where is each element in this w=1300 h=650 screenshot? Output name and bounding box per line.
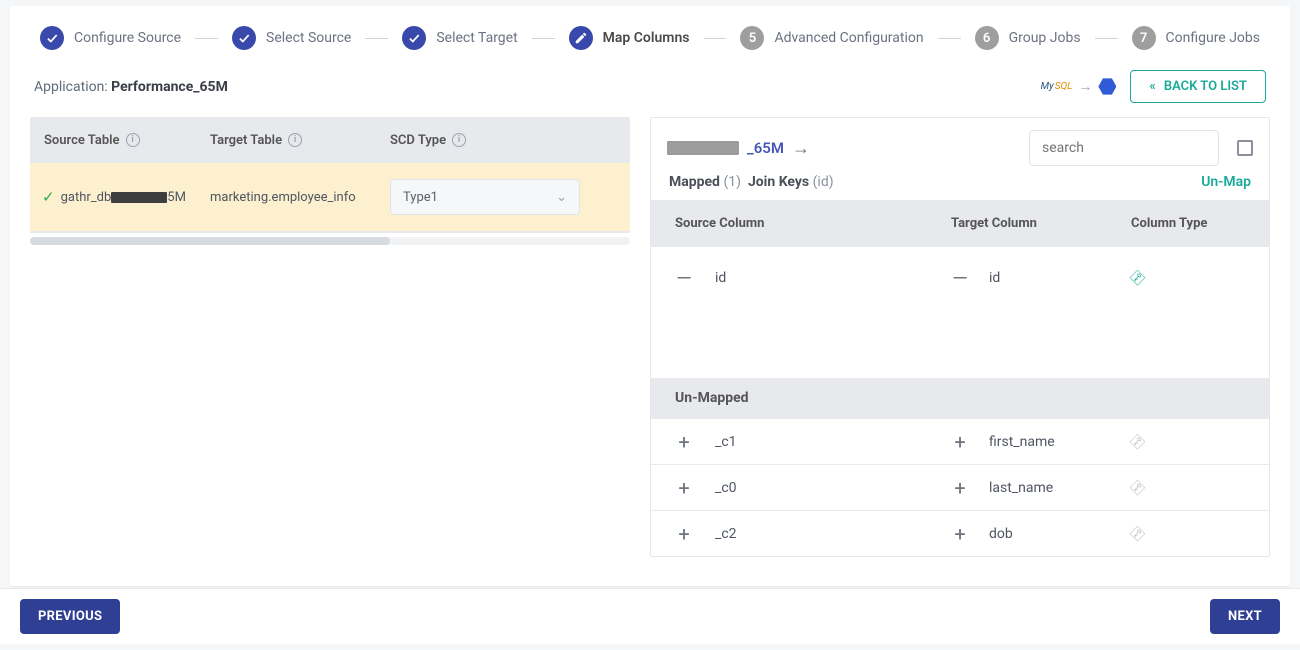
mapping-panel: _65M → Mapped (1) Join Keys (id) Un-Map …: [650, 117, 1270, 557]
source-suffix: 5M: [167, 190, 186, 205]
redacted-text: [667, 141, 739, 155]
next-button[interactable]: NEXT: [1210, 599, 1280, 634]
application-label-text: Application:: [34, 79, 111, 95]
step-connector: [365, 38, 388, 39]
target-table-name: marketing.employee_info: [210, 190, 356, 205]
joinkeys-label: Join Keys: [748, 174, 809, 190]
unmapped-section-label: Un-Mapped: [651, 378, 1269, 418]
mapped-label: Mapped: [669, 174, 720, 190]
title-suffix: _65M: [747, 139, 784, 157]
col-header-label: Target Table: [210, 133, 282, 148]
plus-icon[interactable]: +: [675, 522, 693, 546]
chevron-down-icon: ⌄: [556, 190, 567, 205]
scd-type-value: Type1: [403, 190, 438, 205]
target-column: last_name: [989, 480, 1053, 496]
scrollbar-thumb[interactable]: [30, 237, 390, 245]
application-name: Performance_65M: [111, 79, 228, 95]
step-configure-jobs[interactable]: 7 Configure Jobs: [1132, 26, 1260, 50]
step-advanced-configuration[interactable]: 5 Advanced Configuration: [740, 26, 923, 50]
info-icon[interactable]: i: [126, 133, 140, 147]
source-column: _c1: [715, 434, 737, 450]
step-label: Map Columns: [603, 30, 690, 46]
arrow-right-icon: →: [792, 138, 810, 159]
scd-type-select[interactable]: Type1 ⌄: [390, 179, 580, 215]
mapping-title: _65M →: [667, 138, 810, 159]
step-configure-source[interactable]: Configure Source: [40, 26, 181, 50]
plus-icon[interactable]: +: [951, 476, 969, 500]
col-header-scd-type: SCD Type i: [390, 133, 630, 148]
unmapped-row[interactable]: +_c1 +first_name ⚿: [651, 418, 1269, 464]
redacted-text: [111, 192, 167, 203]
tables-panel: Source Table i Target Table i SCD Type i ✓ …: [30, 117, 630, 557]
plus-icon[interactable]: +: [951, 522, 969, 546]
target-column: dob: [989, 526, 1013, 542]
plus-icon[interactable]: +: [675, 430, 693, 454]
connection-flow-icons: MySQL →: [1041, 78, 1117, 96]
check-icon: [40, 26, 64, 50]
plus-icon[interactable]: +: [675, 476, 693, 500]
step-number: 7: [1132, 26, 1156, 50]
pencil-icon: [569, 26, 593, 50]
back-to-list-label: BACK TO LIST: [1164, 79, 1247, 94]
check-icon: [402, 26, 426, 50]
minus-icon[interactable]: —: [951, 266, 969, 290]
col-header-source-table: Source Table i: [30, 133, 210, 148]
step-label: Select Target: [436, 30, 517, 46]
target-column: id: [989, 270, 1000, 286]
back-to-list-button[interactable]: « BACK TO LIST: [1130, 70, 1266, 103]
step-number: 5: [740, 26, 764, 50]
target-hex-icon: [1098, 78, 1116, 96]
source-table-name: gathr_db 5M: [61, 190, 186, 205]
step-map-columns[interactable]: Map Columns: [569, 26, 690, 50]
info-icon[interactable]: i: [288, 133, 302, 147]
source-prefix: gathr_db: [61, 190, 112, 205]
col-header-label: Source Table: [44, 133, 120, 148]
step-label: Advanced Configuration: [774, 30, 923, 46]
expand-icon[interactable]: [1237, 140, 1253, 156]
previous-button[interactable]: PREVIOUS: [20, 599, 120, 634]
check-icon: [232, 26, 256, 50]
horizontal-scrollbar[interactable]: [30, 237, 630, 245]
step-connector: [704, 38, 727, 39]
table-row[interactable]: ✓ gathr_db 5M marketing.employee_info Typ…: [30, 163, 630, 233]
joinkeys-value: (id): [813, 174, 834, 190]
arrow-right-icon: →: [1078, 78, 1092, 95]
plus-icon[interactable]: +: [951, 430, 969, 454]
source-column: _c2: [715, 526, 737, 542]
unmapped-row[interactable]: +_c0 +last_name ⚿: [651, 464, 1269, 510]
col-header-label: SCD Type: [390, 133, 446, 148]
unmap-link[interactable]: Un-Map: [1201, 174, 1251, 190]
mapped-row[interactable]: —id —id ⚿: [651, 246, 1269, 308]
source-column: _c0: [715, 480, 737, 496]
wizard-stepper: Configure Source Select Source Select Ta…: [30, 6, 1270, 68]
target-column: first_name: [989, 434, 1055, 450]
wizard-footer: PREVIOUS NEXT: [0, 588, 1300, 644]
step-label: Configure Jobs: [1166, 30, 1260, 46]
info-icon[interactable]: i: [452, 133, 466, 147]
step-label: Configure Source: [74, 30, 181, 46]
source-column: id: [715, 270, 726, 286]
search-input[interactable]: [1029, 130, 1219, 166]
step-label: Select Source: [266, 30, 351, 46]
step-group-jobs[interactable]: 6 Group Jobs: [975, 26, 1081, 50]
step-number: 6: [975, 26, 999, 50]
step-select-source[interactable]: Select Source: [232, 26, 351, 50]
grid-header-target-column: Target Column: [951, 216, 1131, 231]
chevrons-left-icon: «: [1149, 79, 1155, 94]
step-connector: [1095, 38, 1118, 39]
step-label: Group Jobs: [1009, 30, 1081, 46]
success-check-icon: ✓: [42, 188, 55, 206]
step-select-target[interactable]: Select Target: [402, 26, 517, 50]
step-connector: [532, 38, 555, 39]
application-label: Application: Performance_65M: [34, 79, 228, 95]
unmapped-row[interactable]: +_c2 +dob ⚿: [651, 510, 1269, 556]
mysql-icon: MySQL: [1041, 81, 1073, 92]
minus-icon[interactable]: —: [675, 266, 693, 290]
step-connector: [938, 38, 961, 39]
grid-header-column-type: Column Type: [1131, 216, 1269, 231]
grid-header-source-column: Source Column: [651, 216, 951, 231]
mapped-count: (1): [723, 174, 741, 190]
col-header-target-table: Target Table i: [210, 133, 390, 148]
step-connector: [195, 38, 218, 39]
